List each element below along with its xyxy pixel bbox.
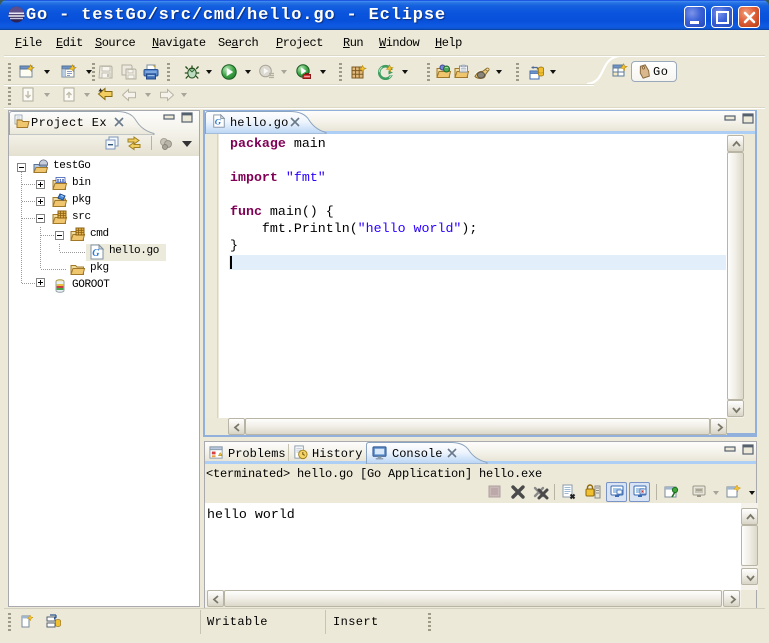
- svg-text:010: 010: [57, 178, 65, 183]
- svg-text:G: G: [92, 248, 100, 259]
- svg-text:G: G: [215, 117, 222, 127]
